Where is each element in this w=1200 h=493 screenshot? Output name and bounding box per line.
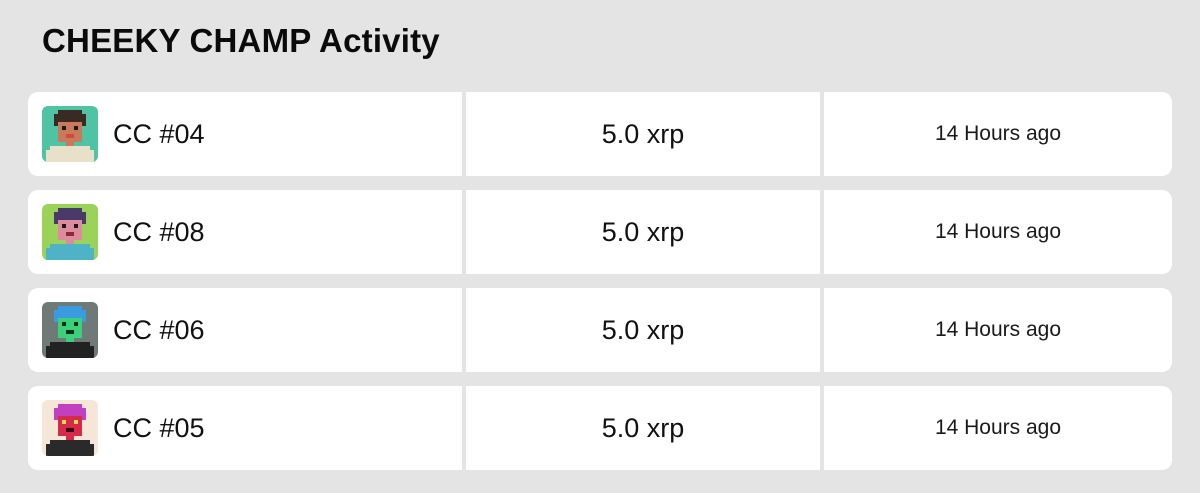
price-cell: 5.0 xrp (466, 190, 820, 274)
time-cell: 14 Hours ago (824, 190, 1172, 274)
time-cell: 14 Hours ago (824, 386, 1172, 470)
price-cell: 5.0 xrp (466, 386, 820, 470)
activity-row[interactable]: CC #05 5.0 xrp 14 Hours ago (28, 386, 1172, 470)
activity-row[interactable]: CC #08 5.0 xrp 14 Hours ago (28, 190, 1172, 274)
price-value: 5.0 xrp (601, 314, 685, 345)
activity-list: CC #04 5.0 xrp 14 Hours ago CC #08 5.0 x… (28, 92, 1172, 484)
price-value: 5.0 xrp (601, 412, 685, 443)
nft-avatar[interactable] (42, 106, 98, 162)
time-cell: 14 Hours ago (824, 92, 1172, 176)
nft-cell: CC #05 (28, 386, 462, 470)
time-cell: 14 Hours ago (824, 288, 1172, 372)
nft-name[interactable]: CC #04 (113, 119, 205, 150)
time-ago: 14 Hours ago (934, 220, 1062, 243)
time-ago: 14 Hours ago (934, 122, 1062, 145)
price-cell: 5.0 xrp (466, 288, 820, 372)
price-value: 5.0 xrp (601, 118, 685, 149)
nft-avatar[interactable] (42, 204, 98, 260)
activity-row[interactable]: CC #06 5.0 xrp 14 Hours ago (28, 288, 1172, 372)
nft-cell: CC #04 (28, 92, 462, 176)
nft-avatar[interactable] (42, 302, 98, 358)
nft-cell: CC #06 (28, 288, 462, 372)
price-value: 5.0 xrp (601, 216, 685, 247)
activity-row[interactable]: CC #04 5.0 xrp 14 Hours ago (28, 92, 1172, 176)
nft-avatar[interactable] (42, 400, 98, 456)
nft-cell: CC #08 (28, 190, 462, 274)
time-ago: 14 Hours ago (934, 416, 1062, 439)
time-ago: 14 Hours ago (934, 318, 1062, 341)
nft-name[interactable]: CC #08 (113, 217, 205, 248)
price-cell: 5.0 xrp (466, 92, 820, 176)
nft-name[interactable]: CC #06 (113, 315, 205, 346)
nft-name[interactable]: CC #05 (113, 413, 205, 444)
page-title: CHEEKY CHAMP Activity (42, 22, 440, 59)
